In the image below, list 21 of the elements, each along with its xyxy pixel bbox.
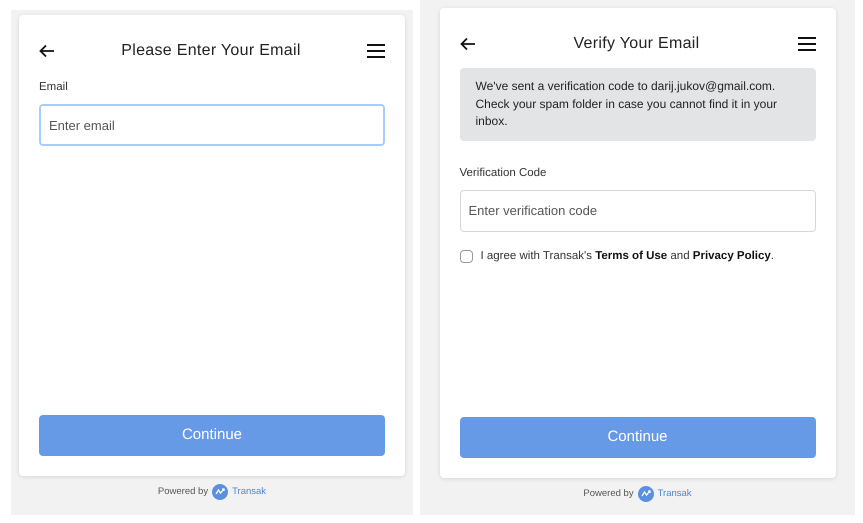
back-arrow-icon[interactable] (39, 43, 55, 59)
agreement-text: I agree with Transak's Terms of Use and Privacy Policy. (480, 248, 774, 264)
input-field[interactable]: Enter verification code (460, 190, 816, 232)
powered-by-text: Powered by (158, 484, 208, 499)
menu-icon[interactable] (798, 37, 816, 51)
screen-title: Please Enter Your Email (121, 41, 301, 61)
logo-icon (638, 486, 654, 502)
back-arrow-icon[interactable] (460, 36, 476, 52)
menu-icon[interactable] (366, 44, 385, 58)
powered-by-text: Powered by (583, 486, 634, 501)
screen-title: Verify Your Email (573, 34, 700, 54)
field-label: Email (39, 80, 69, 95)
input-field[interactable]: Enter email (39, 104, 385, 146)
notice-message: We've sent a verification code to darij.jukov@gmail.com. Check your spam folder in case you cannot find it in your inbox. (460, 68, 816, 140)
logo-icon (212, 484, 228, 500)
continue-button[interactable]: Continue (460, 417, 816, 458)
brand-name: Transak (232, 484, 266, 499)
field-label: Verification Code (460, 166, 548, 180)
brand-name: Transak (658, 486, 692, 501)
checkbox[interactable] (460, 250, 472, 263)
continue-button[interactable]: Continue (39, 415, 385, 456)
